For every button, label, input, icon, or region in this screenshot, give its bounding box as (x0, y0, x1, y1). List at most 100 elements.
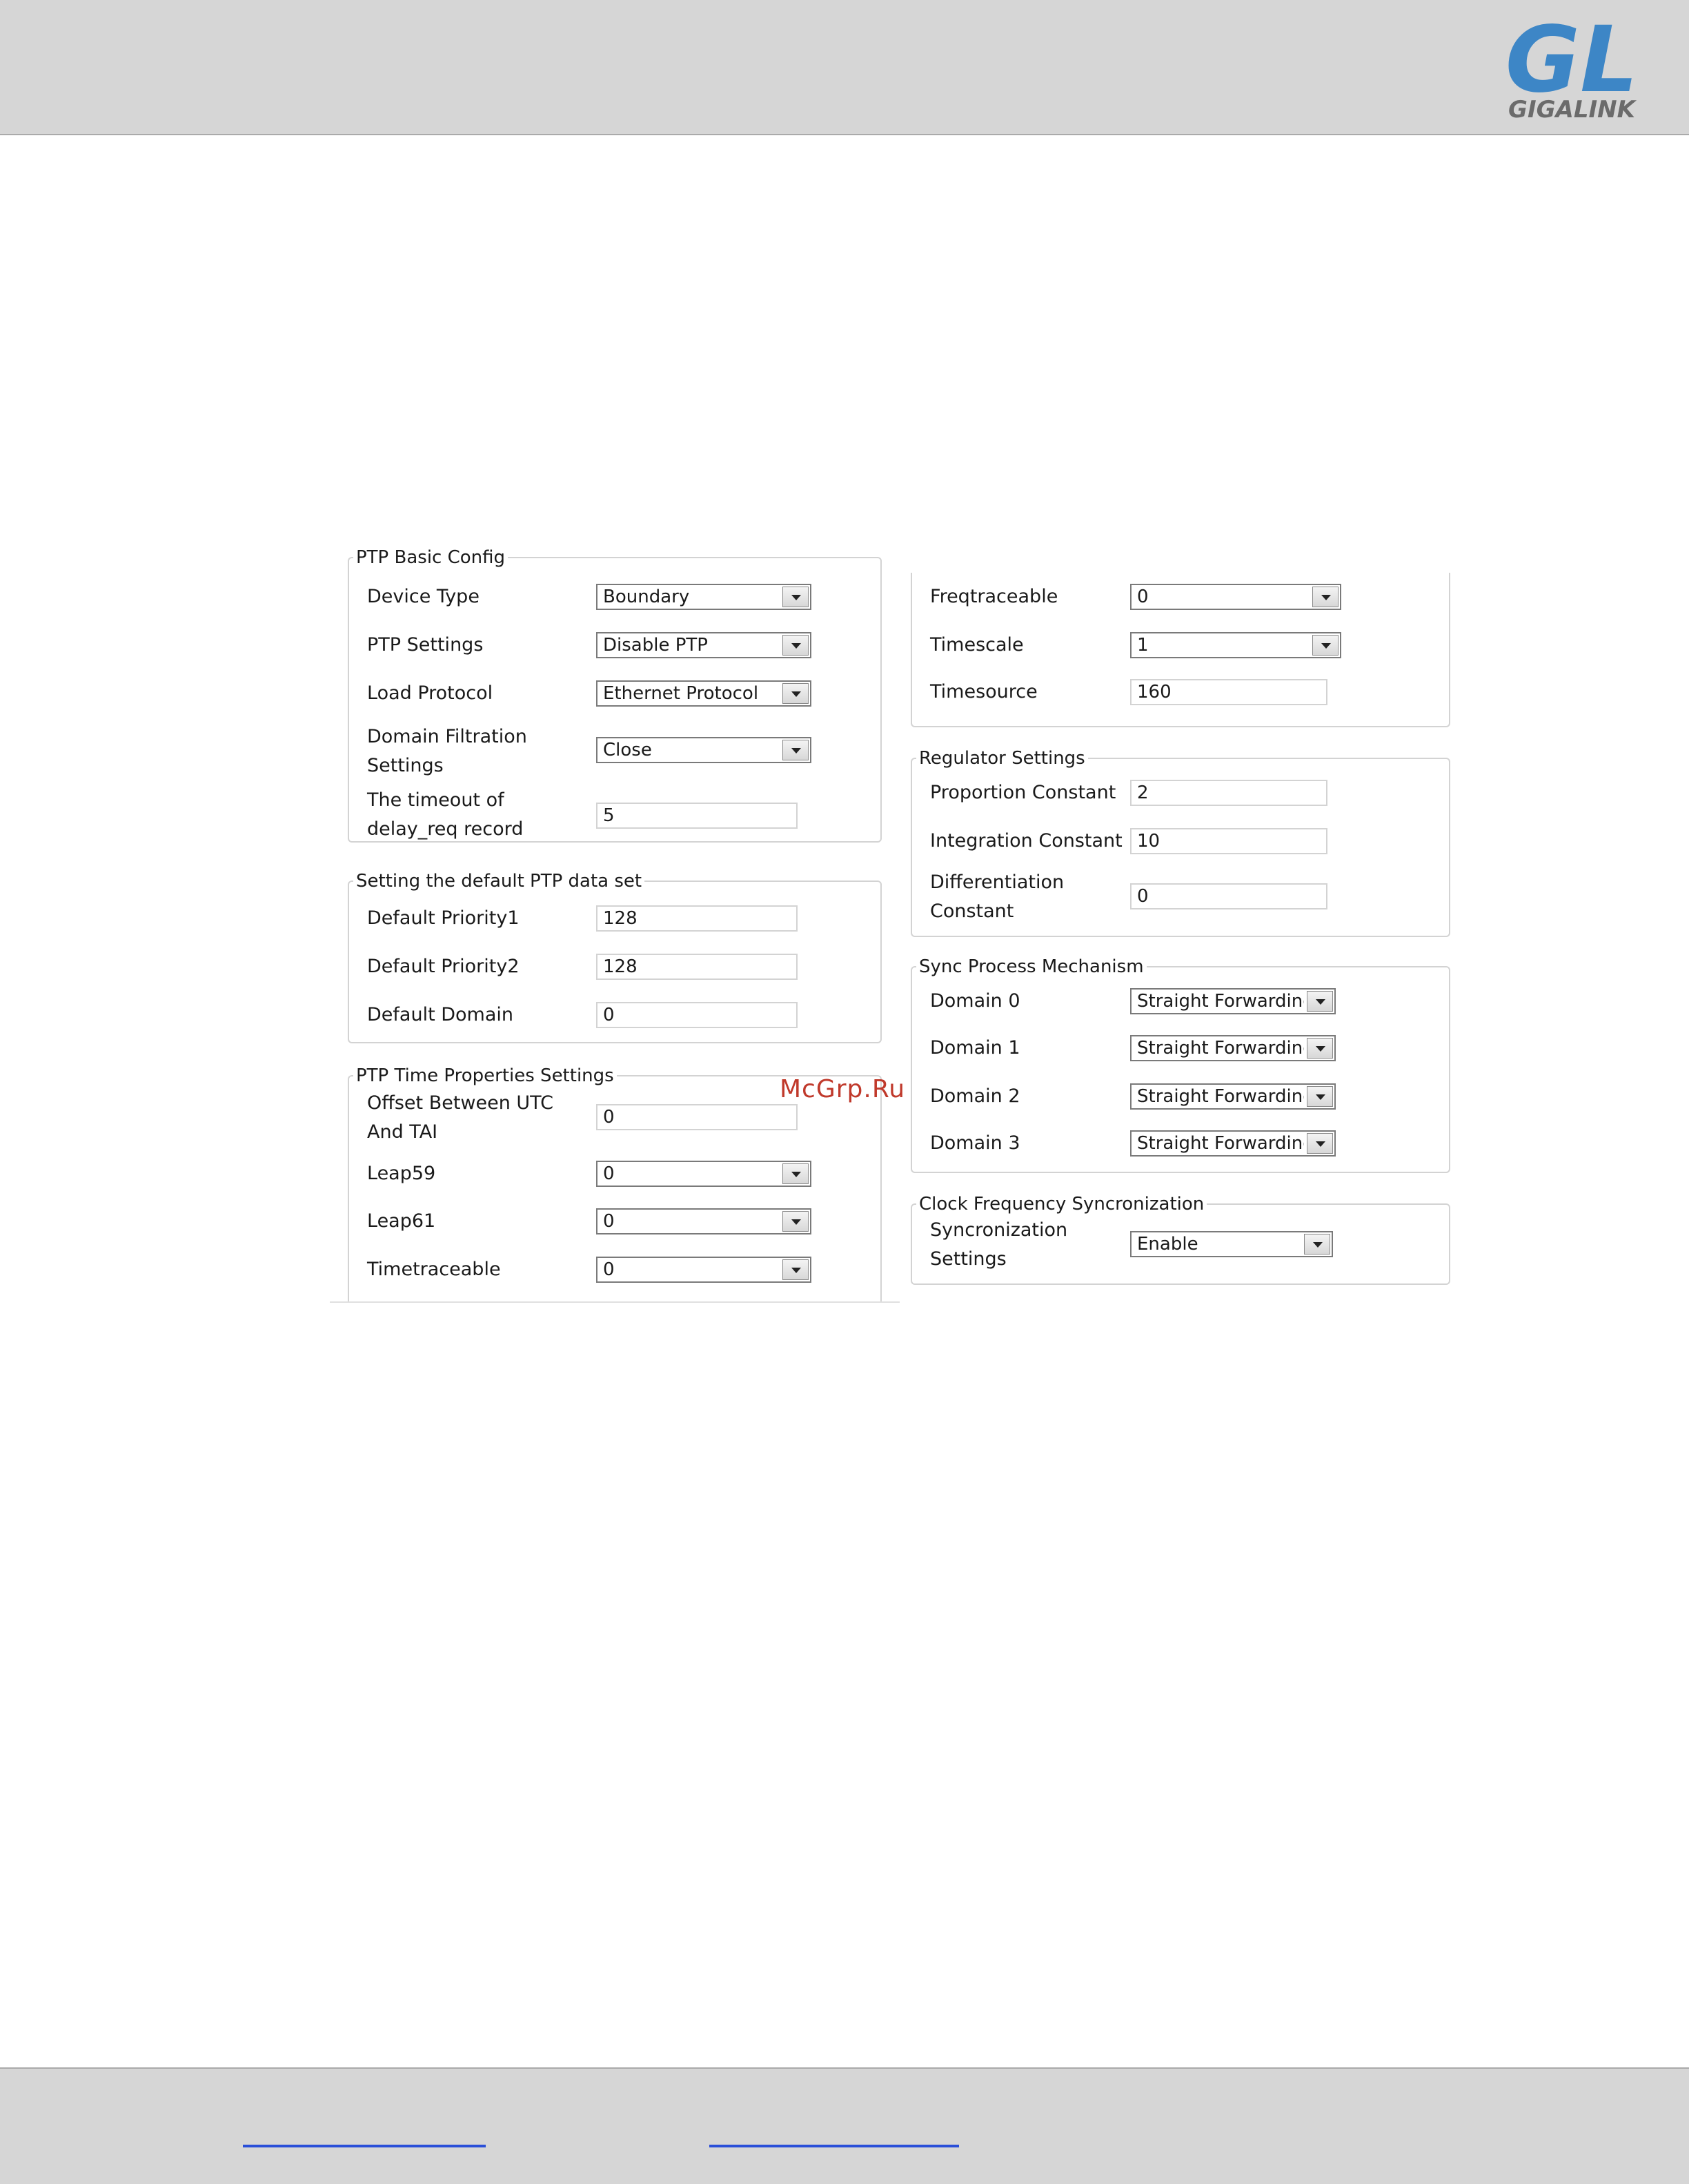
domain0-select[interactable]: Straight Forwarding (1130, 988, 1336, 1014)
load-protocol-label: Load Protocol (367, 682, 493, 704)
timescale-label: Timescale (930, 634, 1024, 656)
footer-link-2[interactable] (709, 2117, 959, 2147)
chevron-down-icon[interactable] (1307, 1038, 1333, 1059)
logo-brand: GIGALINK (1508, 96, 1637, 124)
domain2-label: Domain 2 (930, 1085, 1020, 1107)
select-value: 0 (603, 1163, 615, 1184)
cut-edge-line (330, 1301, 900, 1303)
sync-settings-label-1: Syncronization (930, 1219, 1068, 1241)
chevron-down-icon[interactable] (1312, 587, 1339, 607)
regulator-settings-group: Regulator Settings Proportion Constant 2… (911, 748, 1450, 937)
page-footer (0, 2067, 1689, 2184)
chevron-down-icon[interactable] (782, 1259, 809, 1280)
sync-settings-label-2: Settings (930, 1248, 1007, 1270)
device-type-label: Device Type (367, 586, 480, 607)
timesource-label: Timesource (930, 681, 1038, 702)
chevron-down-icon[interactable] (782, 1211, 809, 1232)
differentiation-constant-input[interactable]: 0 (1130, 883, 1327, 909)
timetraceable-label: Timetraceable (367, 1259, 501, 1280)
select-value: Straight Forwarding (1137, 1038, 1304, 1059)
time-properties-continued-group: Freqtraceable 0 Timescale 1 Timesource 1… (911, 573, 1450, 727)
priority2-input[interactable]: 128 (596, 954, 798, 980)
select-value: Straight Forwarding (1137, 1133, 1304, 1154)
leap59-label: Leap59 (367, 1163, 436, 1184)
domain3-label: Domain 3 (930, 1132, 1020, 1154)
delay-req-timeout-label-1: The timeout of (367, 789, 504, 811)
leap59-select[interactable]: 0 (596, 1161, 811, 1187)
footer-link-1[interactable] (243, 2117, 486, 2147)
group-legend: PTP Basic Config (356, 547, 506, 568)
domain3-select[interactable]: Straight Forwarding (1130, 1130, 1336, 1157)
priority2-label: Default Priority2 (367, 956, 520, 977)
default-domain-label: Default Domain (367, 1004, 514, 1025)
chevron-down-icon[interactable] (782, 587, 809, 607)
proportion-constant-label: Proportion Constant (930, 782, 1116, 803)
group-legend: PTP Time Properties Settings (356, 1065, 614, 1086)
group-legend: Regulator Settings (919, 748, 1085, 769)
leap61-select[interactable]: 0 (596, 1208, 811, 1234)
device-type-select[interactable]: Boundary (596, 584, 811, 610)
clock-frequency-sync-group: Clock Frequency Syncronization Syncroniz… (911, 1194, 1450, 1285)
domain-filtration-select[interactable]: Close (596, 737, 811, 763)
utc-tai-offset-input[interactable]: 0 (596, 1104, 798, 1130)
chevron-down-icon[interactable] (1307, 991, 1333, 1012)
group-legend: Setting the default PTP data set (356, 871, 642, 892)
priority1-input[interactable]: 128 (596, 905, 798, 932)
select-value: 0 (603, 1211, 615, 1232)
timescale-select[interactable]: 1 (1130, 632, 1341, 658)
differentiation-constant-label-2: Constant (930, 901, 1014, 922)
select-value: Straight Forwarding (1137, 1086, 1304, 1107)
chevron-down-icon[interactable] (1307, 1086, 1333, 1107)
sync-settings-select[interactable]: Enable (1130, 1231, 1333, 1257)
gigalink-logo: GL GIGALINK (1505, 14, 1638, 124)
load-protocol-select[interactable]: Ethernet Protocol (596, 680, 811, 707)
default-ptp-dataset-group: Setting the default PTP data set Default… (348, 871, 882, 1043)
domain-filtration-label-2: Settings (367, 755, 444, 776)
ptp-basic-config-group: PTP Basic Config Device Type Boundary PT… (348, 547, 882, 843)
group-legend: Clock Frequency Syncronization (919, 1194, 1205, 1214)
chevron-down-icon[interactable] (1307, 1133, 1333, 1154)
freqtraceable-select[interactable]: 0 (1130, 584, 1341, 610)
timetraceable-select[interactable]: 0 (596, 1257, 811, 1283)
select-value: 1 (1137, 635, 1149, 656)
chevron-down-icon[interactable] (1304, 1234, 1330, 1255)
ptp-config-screenshot: PTP Basic Config Device Type Boundary PT… (330, 544, 1454, 1310)
page-header: GL GIGALINK (0, 0, 1689, 135)
domain-filtration-label-1: Domain Filtration (367, 726, 527, 747)
integration-constant-input[interactable]: 10 (1130, 828, 1327, 854)
ptp-settings-label: PTP Settings (367, 634, 484, 656)
select-value: Enable (1137, 1234, 1198, 1255)
chevron-down-icon[interactable] (782, 683, 809, 704)
select-value: Ethernet Protocol (603, 683, 759, 704)
select-value: Close (603, 740, 652, 760)
ptp-settings-select[interactable]: Disable PTP (596, 632, 811, 658)
select-value: Disable PTP (603, 635, 708, 656)
freqtraceable-label: Freqtraceable (930, 586, 1058, 607)
select-value: 0 (603, 1259, 615, 1280)
select-value: Straight Forwarding (1137, 991, 1304, 1012)
default-domain-input[interactable]: 0 (596, 1002, 798, 1028)
select-value: 0 (1137, 587, 1149, 607)
chevron-down-icon[interactable] (782, 740, 809, 760)
domain1-label: Domain 1 (930, 1037, 1020, 1059)
chevron-down-icon[interactable] (1312, 635, 1339, 656)
watermark: McGrp.Ru (780, 1075, 906, 1103)
integration-constant-label: Integration Constant (930, 830, 1123, 852)
priority1-label: Default Priority1 (367, 907, 520, 929)
proportion-constant-input[interactable]: 2 (1130, 780, 1327, 806)
chevron-down-icon[interactable] (782, 1163, 809, 1184)
utc-tai-offset-label-2: And TAI (367, 1121, 438, 1143)
utc-tai-offset-label-1: Offset Between UTC (367, 1092, 553, 1114)
group-legend: Sync Process Mechanism (919, 956, 1144, 977)
domain1-select[interactable]: Straight Forwarding (1130, 1035, 1336, 1061)
select-value: Boundary (603, 587, 690, 607)
delay-req-timeout-input[interactable]: 5 (596, 803, 798, 829)
leap61-label: Leap61 (367, 1210, 436, 1232)
timesource-input[interactable]: 160 (1130, 679, 1327, 705)
sync-process-mechanism-group: Sync Process Mechanism Domain 0 Straight… (911, 956, 1450, 1173)
delay-req-timeout-label-2: delay_req record (367, 818, 524, 840)
domain0-label: Domain 0 (930, 990, 1020, 1012)
differentiation-constant-label-1: Differentiation (930, 872, 1065, 893)
domain2-select[interactable]: Straight Forwarding (1130, 1083, 1336, 1110)
chevron-down-icon[interactable] (782, 635, 809, 656)
